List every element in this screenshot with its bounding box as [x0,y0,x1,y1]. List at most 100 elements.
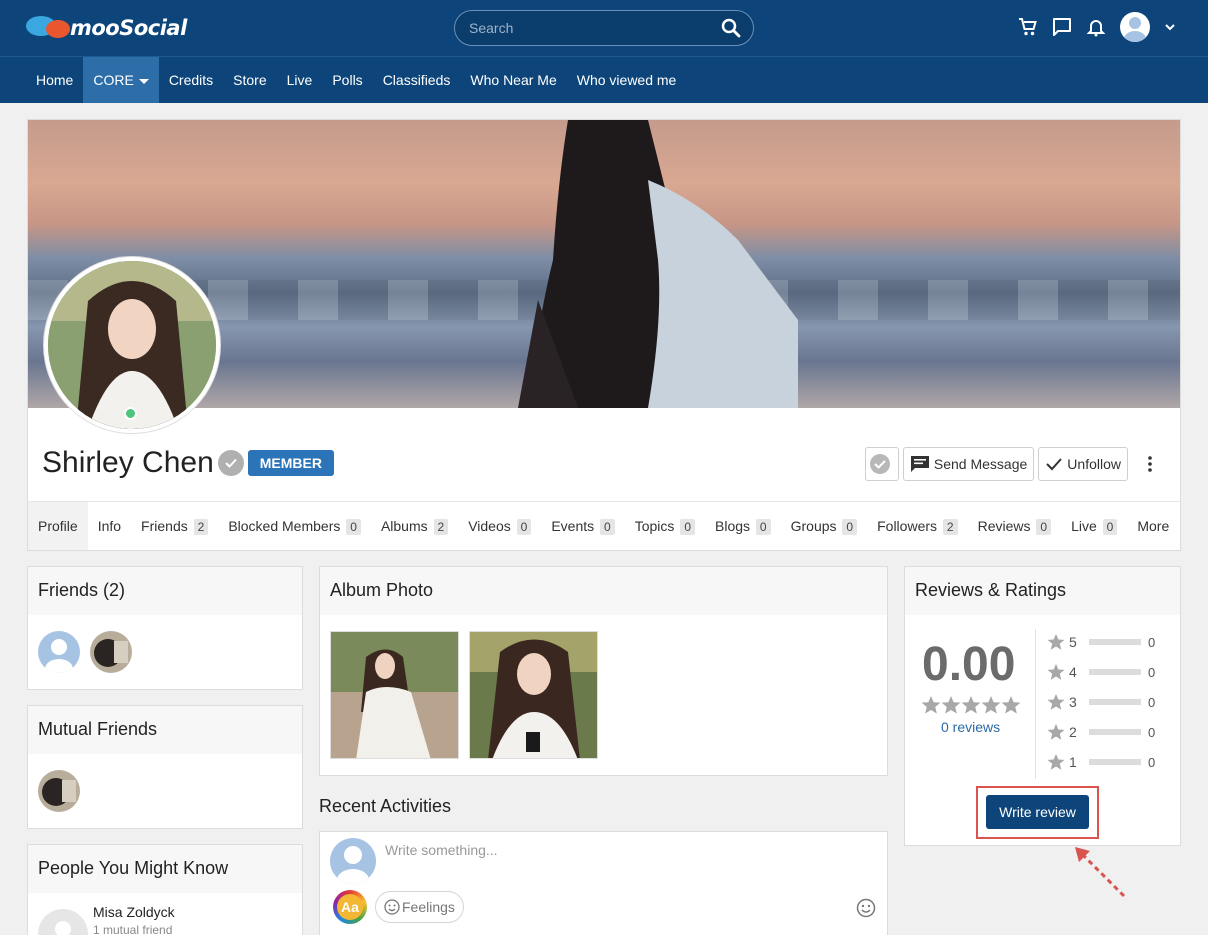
tab-label: Live [1071,518,1097,534]
nav-polls[interactable]: Polls [322,57,372,103]
tab-blocked-members[interactable]: Blocked Members 0 [218,502,371,550]
nav-store[interactable]: Store [223,57,276,103]
friend-avatar[interactable] [38,631,80,673]
profile-card: Shirley Chen MEMBER Send Message Unfollo… [27,119,1181,551]
main-nav: Home CORE Credits Store Live Polls Class… [0,56,1208,103]
reviews-count-link[interactable]: 0 reviews [941,719,1000,735]
tab-label: Groups [790,518,837,534]
tab-label: Albums [380,518,428,534]
user-silhouette-icon [1124,17,1146,42]
album-thumbnail[interactable] [330,631,459,759]
friend-status-button[interactable] [864,447,899,481]
bell-icon[interactable] [1086,17,1106,37]
average-score: 0.00 [922,638,1016,691]
album-title: Album Photo [320,567,887,615]
tab-label: Blocked Members [228,518,341,534]
tab-label: Info [97,518,122,534]
send-message-button[interactable]: Send Message [902,447,1035,481]
tab-label: Followers [877,518,938,534]
tab-label: Friends [141,518,188,534]
composer-input[interactable]: Write something... [385,842,498,858]
cart-icon[interactable] [1018,17,1038,37]
feelings-button[interactable]: Feelings [375,891,464,923]
suggested-mutual-count: 1 mutual friend [93,923,173,935]
rating-count: 0 [1148,724,1156,740]
tab-followers[interactable]: Followers 2 [867,502,967,550]
suggested-avatar[interactable] [38,909,88,935]
tab-profile[interactable]: Profile [28,502,88,550]
people-you-might-know-panel: People You Might Know Misa Zoldyck 1 mut… [27,844,303,935]
unfollow-button[interactable]: Unfollow [1038,447,1128,481]
star-icon [1047,723,1065,740]
rating-bar [1089,639,1141,645]
rating-star-value: 2 [1069,724,1077,740]
nav-who-viewed-me[interactable]: Who viewed me [567,57,687,103]
tab-topics[interactable]: Topics 0 [625,502,705,550]
tab-count: 0 [680,519,695,535]
tab-reviews[interactable]: Reviews 0 [968,502,1061,550]
friends-title: Friends (2) [28,567,302,615]
user-silhouette-icon [55,921,71,935]
album-thumbnail[interactable] [469,631,598,759]
text-style-button[interactable]: Aa [333,890,367,924]
nav-home[interactable]: Home [26,57,83,103]
caret-down-icon [138,78,149,84]
rating-count: 0 [1148,664,1156,680]
mutual-friend-avatar[interactable] [38,770,80,812]
mutual-friends-title: Mutual Friends [28,706,302,754]
profile-actions: Send Message Unfollow [864,447,1160,481]
rating-divider [1035,629,1036,779]
tab-albums[interactable]: Albums 2 [371,502,458,550]
tab-blogs[interactable]: Blogs 0 [705,502,781,550]
friend-avatar[interactable] [90,631,132,673]
annotation-arrow-icon [1075,847,1126,898]
unfollow-label: Unfollow [1067,456,1121,472]
tab-friends[interactable]: Friends 2 [131,502,218,550]
tab-count: 0 [346,519,361,535]
nav-classifieds[interactable]: Classifieds [373,57,461,103]
reviews-title: Reviews & Ratings [905,567,1180,615]
top-header: mooSocial [0,0,1208,56]
tab-live[interactable]: Live 0 [1061,502,1127,550]
rating-row-1: 1 0 [1047,752,1155,772]
tab-info[interactable]: Info [88,502,131,550]
send-message-label: Send Message [933,456,1028,472]
tab-count: 0 [755,519,771,535]
tab-events[interactable]: Events 0 [541,502,624,550]
tab-count: 0 [842,519,858,535]
more-options-icon[interactable] [1140,447,1160,481]
nav-core[interactable]: CORE [83,57,159,103]
tab-count: 0 [1036,519,1052,535]
rating-bar [1089,729,1141,735]
write-review-highlight: Write review [976,786,1099,839]
tab-label: More [1137,518,1170,534]
nav-live[interactable]: Live [277,57,323,103]
logo-bubbles-icon [26,14,72,42]
cover-person-image [518,120,798,408]
chat-icon[interactable] [1052,17,1072,37]
verified-check-icon [217,450,244,476]
emoji-icon[interactable] [856,898,876,918]
search-icon[interactable] [721,18,741,38]
user-avatar[interactable] [1120,12,1150,42]
header-icons [1018,12,1176,42]
nav-who-near-me[interactable]: Who Near Me [460,57,566,103]
site-logo[interactable]: mooSocial [26,14,187,42]
friends-panel: Friends (2) [27,566,303,690]
nav-credits[interactable]: Credits [159,57,223,103]
suggested-name[interactable]: Misa Zoldyck [93,904,175,920]
recent-activities-title: Recent Activities [319,796,452,816]
tab-count: 2 [433,519,449,535]
search-box [454,10,754,46]
chevron-down-icon[interactable] [1164,21,1176,33]
tab-more[interactable]: More [1127,502,1179,550]
tab-groups[interactable]: Groups 0 [781,502,868,550]
tab-videos[interactable]: Videos 0 [458,502,541,550]
rating-star-value: 1 [1069,754,1077,770]
user-silhouette-icon [337,846,369,884]
write-review-button[interactable]: Write review [986,795,1089,829]
check-circle-icon [869,454,890,474]
search-input[interactable] [469,11,709,45]
reviews-ratings-panel: Reviews & Ratings 0.00 0 reviews 5 0 4 0… [904,566,1181,846]
average-stars [921,695,1021,715]
